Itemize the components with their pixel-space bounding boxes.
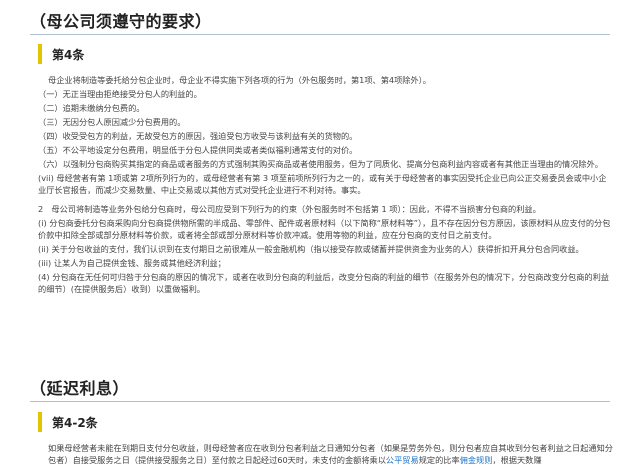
- late-interest-paragraph: 如果母经营者未能在到期日支付分包收益，则母经营者应在收到分包者利益之日通知分包者…: [38, 442, 613, 466]
- list-item: （二）追期未缴纳分包费的。: [38, 103, 145, 113]
- section-divider: [30, 34, 610, 35]
- article-title: 第4-2条: [52, 416, 98, 430]
- list-item: （一）无正当理由拒绝接受分包人的利益的。: [38, 89, 202, 99]
- list-item: （三）无因分包人原因减少分包费用的。: [38, 117, 186, 127]
- sub-item: (i) 分包商委托分包商采购向分包商提供物所需的半成品、零部件、配件或者原材料（…: [38, 218, 611, 240]
- article-marker-bar: [38, 44, 42, 64]
- sub-item: (iii) 让某人为自己提供金钱、服务或其他经济利益；: [38, 258, 226, 268]
- sub-item: (ii) 关于分包收益的支付，我们认识到在支付期日之前很难从一般金融机构（指以接…: [38, 244, 584, 254]
- fair-trade-link[interactable]: 公平贸易: [386, 455, 419, 465]
- paragraph-2: 2 母公司将制造等业务外包给分包商时，母公司应受到下列行为的约束（外包服务时不包…: [38, 204, 541, 214]
- commission-rules-link[interactable]: 佣金规则: [460, 455, 493, 465]
- article-marker-bar: [38, 412, 42, 432]
- list-item: (vii) 母经营者有第 1项或第 2项所列行为的，或母经营者有第 3 项至前项…: [38, 173, 607, 195]
- list-item: （五）不公平地设定分包费用，明显低于分包人提供同类或者类似福利通常支付的对价。: [38, 145, 358, 155]
- section-heading-requirements: （母公司须遵守的要求）: [30, 12, 212, 31]
- section-divider: [30, 401, 610, 402]
- article-4-2-body: 如果母经营者未能在到期日支付分包收益，则母经营者应在收到分包者利益之日通知分包者…: [38, 442, 613, 466]
- section-heading-late-interest: （延迟利息）: [30, 379, 130, 398]
- article-4-body: 母企业将制造等委托给分包企业时，母企业不得实施下列各项的行为（外包服务时，第1项…: [38, 74, 613, 295]
- list-item: （四）收受受包方的利益，无故受包方的原因，强迫受包方收受与该利益有关的货物的。: [38, 131, 358, 141]
- intro-paragraph: 母企业将制造等委托给分包企业时，母企业不得实施下列各项的行为（外包服务时，第1项…: [48, 75, 431, 85]
- paragraph-text: ，根据天数赚: [492, 455, 542, 465]
- sub-item: (4) 分包商在无任何可归咎于分包商的原因的情况下，或者在收到分包商的利益后，改…: [38, 272, 609, 294]
- document-page: （母公司须遵守的要求） 第4条 母企业将制造等委托给分包企业时，母企业不得实施下…: [0, 0, 640, 472]
- paragraph-text: 规定的比率: [418, 455, 460, 465]
- article-title: 第4条: [52, 48, 85, 62]
- list-item: （六）以强制分包商购买其指定的商品或者服务的方式强制其购买商品或者使用服务，但为…: [38, 159, 603, 169]
